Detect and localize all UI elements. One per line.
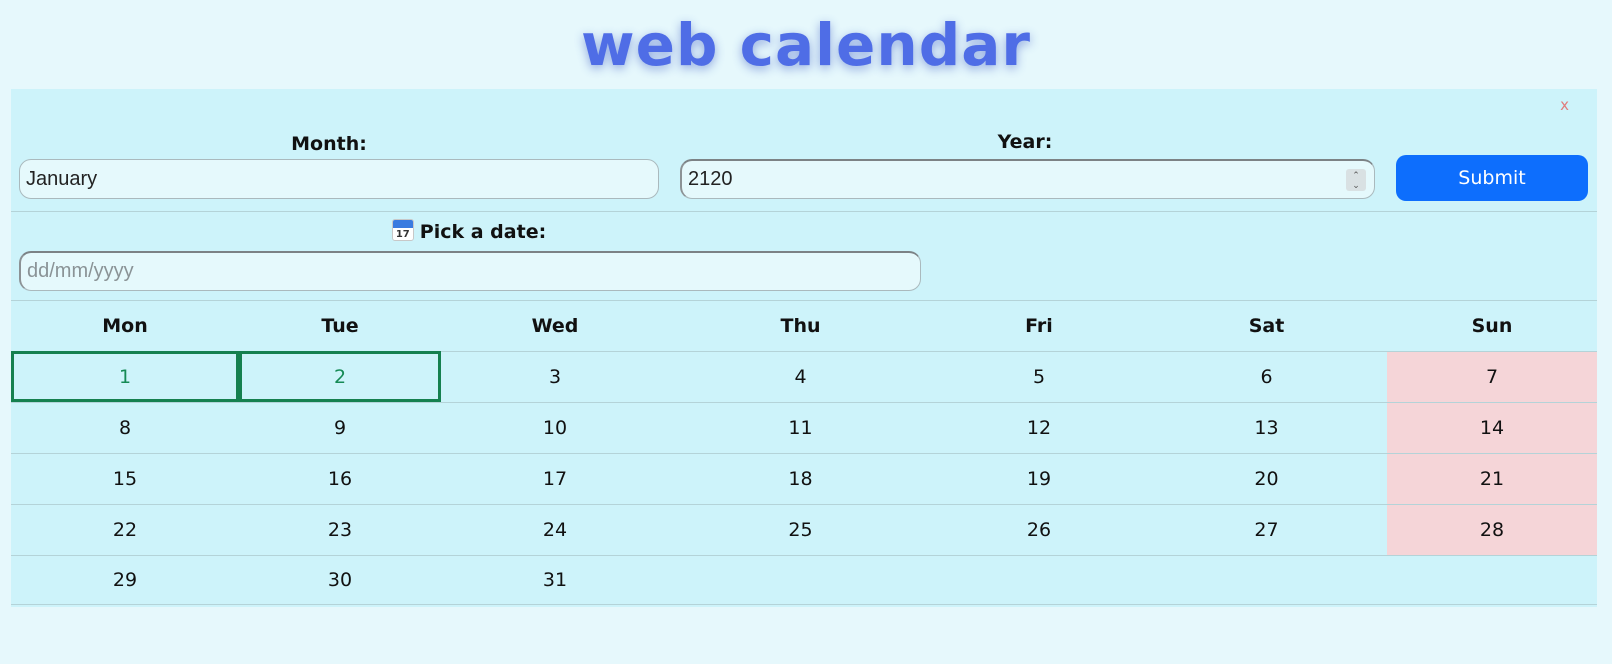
weekday-header-row: Mon Tue Wed Thu Fri Sat Sun: [11, 301, 1597, 352]
day-cell[interactable]: 29: [11, 555, 239, 605]
weekday-thu: Thu: [669, 301, 932, 352]
calendar-icon: 17: [391, 219, 414, 241]
day-cell[interactable]: 24: [441, 504, 669, 556]
day-cell[interactable]: 30: [239, 555, 441, 605]
day-cell[interactable]: 9: [239, 402, 441, 454]
day-cell-empty: [669, 555, 932, 605]
day-cell[interactable]: 17: [441, 453, 669, 505]
week-row: 29 30 31: [11, 555, 1597, 605]
day-cell[interactable]: 20: [1146, 453, 1387, 505]
pick-date-text: Pick a date:: [419, 221, 547, 243]
day-cell[interactable]: 27: [1146, 504, 1387, 556]
day-cell[interactable]: 8: [11, 402, 239, 454]
year-input[interactable]: [688, 168, 1374, 191]
month-input[interactable]: [26, 167, 658, 191]
day-cell-sunday[interactable]: 7: [1387, 351, 1597, 403]
day-cell[interactable]: 19: [932, 453, 1146, 505]
close-button[interactable]: x: [1560, 96, 1569, 114]
year-spinner[interactable]: ⌃ ⌄: [1346, 169, 1366, 191]
weekday-mon: Mon: [11, 301, 239, 352]
week-row: 15 16 17 18 19 20 21: [11, 453, 1597, 505]
day-cell[interactable]: 6: [1146, 351, 1387, 403]
weekday-sun: Sun: [1387, 301, 1597, 352]
day-cell[interactable]: 3: [441, 351, 669, 403]
week-row: 22 23 24 25 26 27 28: [11, 504, 1597, 556]
date-field[interactable]: [19, 251, 921, 291]
month-label: Month:: [291, 133, 367, 155]
day-cell[interactable]: 23: [239, 504, 441, 556]
weekday-sat: Sat: [1146, 301, 1387, 352]
calendar-panel: x Month: Year: ⌃⌄ Submit 17 Pick a date:…: [11, 89, 1597, 607]
page-title: web calendar: [581, 11, 1031, 79]
day-cell[interactable]: 2: [239, 351, 441, 403]
day-cell-empty: [932, 555, 1146, 605]
day-cell[interactable]: 26: [932, 504, 1146, 556]
date-input[interactable]: [27, 260, 920, 283]
pick-date-label: 17 Pick a date:: [19, 219, 919, 243]
day-cell[interactable]: 13: [1146, 402, 1387, 454]
day-cell[interactable]: 11: [669, 402, 932, 454]
day-cell-empty: [1146, 555, 1387, 605]
day-cell[interactable]: 4: [669, 351, 932, 403]
day-cell-sunday[interactable]: 21: [1387, 453, 1597, 505]
week-row: 8 9 10 11 12 13 14: [11, 402, 1597, 454]
day-cell[interactable]: 16: [239, 453, 441, 505]
weekday-tue: Tue: [239, 301, 441, 352]
weekday-wed: Wed: [441, 301, 669, 352]
divider: [11, 211, 1597, 212]
day-cell[interactable]: 15: [11, 453, 239, 505]
day-cell[interactable]: 10: [441, 402, 669, 454]
calendar-grid: Mon Tue Wed Thu Fri Sat Sun 1 2 3 4 5 6 …: [11, 301, 1597, 605]
day-cell[interactable]: 25: [669, 504, 932, 556]
day-cell[interactable]: 1: [11, 351, 239, 403]
day-cell-empty: [1387, 555, 1597, 605]
submit-button[interactable]: Submit: [1396, 155, 1588, 201]
day-cell[interactable]: 18: [669, 453, 932, 505]
month-field[interactable]: [19, 159, 659, 199]
day-cell[interactable]: 22: [11, 504, 239, 556]
day-cell[interactable]: 12: [932, 402, 1146, 454]
year-label: Year:: [997, 131, 1053, 153]
weekday-fri: Fri: [932, 301, 1146, 352]
week-row: 1 2 3 4 5 6 7: [11, 351, 1597, 403]
day-cell-sunday[interactable]: 14: [1387, 402, 1597, 454]
day-cell-sunday[interactable]: 28: [1387, 504, 1597, 556]
year-field[interactable]: ⌃⌄: [680, 159, 1375, 199]
day-cell[interactable]: 31: [441, 555, 669, 605]
day-cell[interactable]: 5: [932, 351, 1146, 403]
